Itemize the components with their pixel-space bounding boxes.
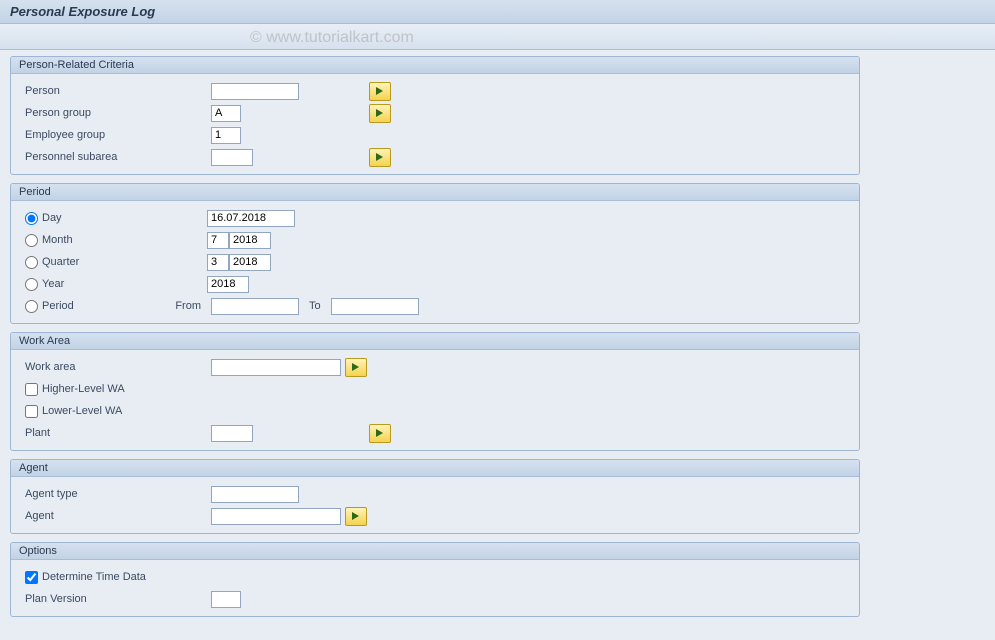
arrow-right-icon [375,428,385,438]
period-month-label: Month [42,234,73,246]
person-group-input[interactable] [211,105,241,122]
arrow-right-icon [375,108,385,118]
person-label: Person [21,85,211,97]
higher-wa-option[interactable]: Higher-Level WA [21,383,125,396]
period-quarter-y-input[interactable] [229,254,271,271]
period-day-label: Day [42,212,62,224]
lower-wa-option[interactable]: Lower-Level WA [21,405,122,418]
higher-wa-checkbox[interactable] [25,383,38,396]
person-multi-button[interactable] [369,82,391,101]
determine-time-checkbox[interactable] [25,571,38,584]
higher-wa-label: Higher-Level WA [42,383,125,395]
period-day-option[interactable]: Day [21,212,207,225]
period-quarter-q-input[interactable] [207,254,229,271]
agent-label: Agent [21,510,211,522]
group-agent-title: Agent [11,460,859,477]
group-workarea: Work Area Work area Higher-Level WA Lowe… [10,332,860,451]
group-agent: Agent Agent type Agent [10,459,860,534]
period-to-input[interactable] [331,298,419,315]
lower-wa-checkbox[interactable] [25,405,38,418]
period-day-input[interactable] [207,210,295,227]
group-person: Person-Related Criteria Person Person gr… [10,56,860,175]
agent-multi-button[interactable] [345,507,367,526]
page-title: Personal Exposure Log [0,0,995,24]
period-from-label: From [171,300,201,312]
agent-type-label: Agent type [21,488,211,500]
agent-input[interactable] [211,508,341,525]
period-day-radio[interactable] [25,212,38,225]
group-options-title: Options [11,543,859,560]
group-period-title: Period [11,184,859,201]
arrow-right-icon [375,152,385,162]
determine-time-label: Determine Time Data [42,571,146,583]
personnel-subarea-label: Personnel subarea [21,151,211,163]
workarea-input[interactable] [211,359,341,376]
plant-multi-button[interactable] [369,424,391,443]
period-month-radio[interactable] [25,234,38,247]
personnel-subarea-input[interactable] [211,149,253,166]
period-to-label: To [309,300,321,312]
period-month-y-input[interactable] [229,232,271,249]
lower-wa-label: Lower-Level WA [42,405,122,417]
arrow-right-icon [351,362,361,372]
employee-group-input[interactable] [211,127,241,144]
plan-version-input[interactable] [211,591,241,608]
period-month-option[interactable]: Month [21,234,207,247]
person-group-multi-button[interactable] [369,104,391,123]
arrow-right-icon [351,511,361,521]
personnel-subarea-multi-button[interactable] [369,148,391,167]
group-person-title: Person-Related Criteria [11,57,859,74]
group-options: Options Determine Time Data Plan Version [10,542,860,617]
determine-time-option[interactable]: Determine Time Data [21,571,146,584]
period-month-m-input[interactable] [207,232,229,249]
plant-input[interactable] [211,425,253,442]
person-group-label: Person group [21,107,211,119]
group-period: Period Day Month Quarter [10,183,860,324]
watermark-text: © www.tutorialkart.com [250,29,414,47]
person-input[interactable] [211,83,299,100]
period-range-radio[interactable] [25,300,38,313]
plant-label: Plant [21,427,211,439]
employee-group-label: Employee group [21,129,211,141]
period-year-input[interactable] [207,276,249,293]
period-year-label: Year [42,278,64,290]
workarea-label: Work area [21,361,211,373]
plan-version-label: Plan Version [21,593,211,605]
period-quarter-radio[interactable] [25,256,38,269]
period-year-radio[interactable] [25,278,38,291]
workarea-multi-button[interactable] [345,358,367,377]
period-range-label: Period [42,300,74,312]
content-area: Person-Related Criteria Person Person gr… [0,50,995,623]
arrow-right-icon [375,86,385,96]
period-range-option[interactable]: Period [21,300,161,313]
agent-type-input[interactable] [211,486,299,503]
period-year-option[interactable]: Year [21,278,207,291]
toolbar: © www.tutorialkart.com [0,24,995,50]
group-workarea-title: Work Area [11,333,859,350]
period-quarter-option[interactable]: Quarter [21,256,207,269]
period-quarter-label: Quarter [42,256,79,268]
period-from-input[interactable] [211,298,299,315]
